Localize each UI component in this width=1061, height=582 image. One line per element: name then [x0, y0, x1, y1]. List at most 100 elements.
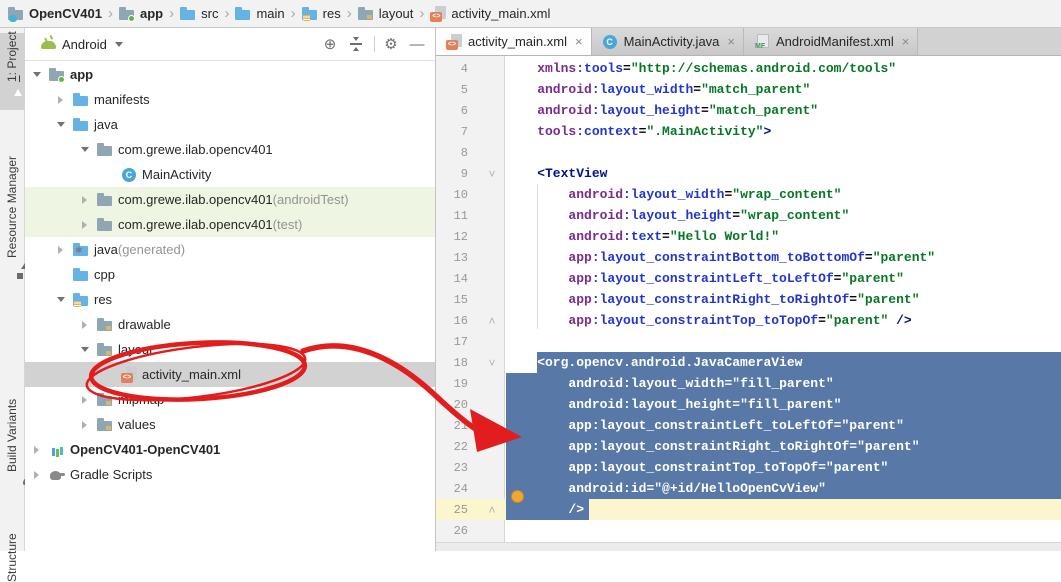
code-line-25[interactable]: 25˄ /> [436, 499, 1061, 520]
breadcrumb-label: res [323, 6, 341, 21]
gutter-line-20: 20 [436, 394, 506, 415]
close-icon[interactable]: × [575, 34, 583, 49]
tree-collapse-arrow[interactable] [30, 443, 43, 456]
fold-end-icon[interactable]: ˄ [484, 310, 500, 331]
tree-collapse-arrow[interactable] [78, 318, 91, 331]
code-line-19[interactable]: 19 android:layout_width="fill_parent" [436, 373, 1061, 394]
tool-button-1-project[interactable]: 1: Project [0, 36, 25, 82]
folder-blue-icon [73, 92, 89, 108]
close-icon[interactable]: × [902, 34, 910, 49]
intention-bulb-icon[interactable] [511, 490, 524, 503]
tree-row-cpp[interactable]: cpp [25, 262, 435, 287]
tree-collapse-arrow[interactable] [78, 393, 91, 406]
code-line-24[interactable]: 24 android:id="@+id/HelloOpenCvView" [436, 478, 1061, 499]
line-number: 11 [436, 209, 468, 223]
code-line-23[interactable]: 23 app:layout_constraintTop_toTopOf="par… [436, 457, 1061, 478]
tree-row-manifests[interactable]: manifests [25, 87, 435, 112]
tree-expand-arrow[interactable] [78, 343, 91, 356]
tree-collapse-arrow[interactable] [54, 93, 67, 106]
breadcrumb-item-layout[interactable]: layout [358, 6, 414, 22]
gear-icon[interactable]: ⚙ [381, 34, 401, 54]
tab-activity-main-xml[interactable]: activity_main.xml× [436, 28, 592, 55]
breadcrumb-item-opencv401[interactable]: OpenCV401 [8, 6, 102, 22]
code-line-4[interactable]: 4 xmlns:tools="http://schemas.android.co… [436, 58, 1061, 79]
tree-row-opencv401-opencv401[interactable]: OpenCV401-OpenCV401 [25, 437, 435, 462]
code-line-11[interactable]: 11 android:layout_height="wrap_content" [436, 205, 1061, 226]
fold-start-icon[interactable]: ˅ [484, 352, 500, 373]
tree-collapse-arrow[interactable] [54, 243, 67, 256]
close-icon[interactable]: × [727, 34, 735, 49]
tree-collapse-arrow[interactable] [30, 468, 43, 481]
tree-row-drawable[interactable]: drawable [25, 312, 435, 337]
tool-button-resource-manager[interactable]: Resource Manager [0, 124, 25, 258]
code-line-15[interactable]: 15 app:layout_constraintRight_toRightOf=… [436, 289, 1061, 310]
code-line-22[interactable]: 22 app:layout_constraintRight_toRightOf=… [436, 436, 1061, 457]
code-line-21[interactable]: 21 app:layout_constraintLeft_toLeftOf="p… [436, 415, 1061, 436]
tool-button-label: Resource Manager [0, 124, 25, 258]
tree-collapse-arrow[interactable] [78, 418, 91, 431]
tree-row-activity-main-xml[interactable]: activity_main.xml [25, 362, 435, 387]
collapse-all-button[interactable] [346, 34, 366, 54]
tree-expand-arrow[interactable] [54, 118, 67, 131]
gutter-line-12: 12 [436, 226, 506, 247]
tree-row-mipmap[interactable]: mipmap [25, 387, 435, 412]
breadcrumb-item-res[interactable]: res [302, 6, 341, 22]
project-view-selector[interactable]: Android [35, 37, 123, 52]
code-text: android:layout_height="fill_parent" [506, 394, 1061, 415]
tree-row-com-grewe-ilab-opencv401[interactable]: com.grewe.ilab.opencv401 (androidTest) [25, 187, 435, 212]
tree-row-label: app [70, 67, 93, 82]
locate-file-button[interactable]: ⊕ [320, 34, 340, 54]
code-line-20[interactable]: 20 android:layout_height="fill_parent" [436, 394, 1061, 415]
tool-button-build-variants[interactable]: Build Variants [0, 378, 25, 472]
line-number: 24 [436, 482, 468, 496]
tree-expand-arrow[interactable] [78, 143, 91, 156]
tool-button-structure[interactable]: Structure [0, 518, 25, 582]
tree-row-gradle-scripts[interactable]: Gradle Scripts [25, 462, 435, 487]
hide-panel-button[interactable]: — [407, 34, 427, 54]
tree-row-res[interactable]: res [25, 287, 435, 312]
tree-row-layout[interactable]: layout [25, 337, 435, 362]
tree-collapse-arrow[interactable] [78, 218, 91, 231]
tree-row-java[interactable]: java (generated) [25, 237, 435, 262]
breadcrumb-item-main[interactable]: main [235, 6, 284, 22]
code-text: android:layout_width="fill_parent" [506, 373, 1061, 394]
tree-row-com-grewe-ilab-opencv401[interactable]: com.grewe.ilab.opencv401 [25, 137, 435, 162]
tree-expand-arrow[interactable] [30, 68, 43, 81]
tree-expand-arrow[interactable] [54, 293, 67, 306]
code-line-8[interactable]: 8 [436, 142, 1061, 163]
code-line-13[interactable]: 13 app:layout_constraintBottom_toBottomO… [436, 247, 1061, 268]
code-editor[interactable]: 4 xmlns:tools="http://schemas.android.co… [436, 56, 1061, 551]
breadcrumb-item-app[interactable]: app [119, 6, 163, 22]
tree-collapse-arrow[interactable] [78, 193, 91, 206]
tree-row-com-grewe-ilab-opencv401[interactable]: com.grewe.ilab.opencv401 (test) [25, 212, 435, 237]
tree-row-label: mipmap [118, 392, 164, 407]
code-line-10[interactable]: 10 android:layout_width="wrap_content" [436, 184, 1061, 205]
code-line-12[interactable]: 12 android:text="Hello World!" [436, 226, 1061, 247]
tab-mainactivity-java[interactable]: MainActivity.java× [592, 28, 744, 55]
tree-row-label: Gradle Scripts [70, 467, 152, 482]
code-line-26[interactable]: 26 [436, 520, 1061, 541]
folder-blue-icon [73, 117, 89, 133]
code-line-9[interactable]: 9˅ <TextView [436, 163, 1061, 184]
breadcrumb-item-src[interactable]: src [180, 6, 218, 22]
tree-row-values[interactable]: values [25, 412, 435, 437]
code-line-14[interactable]: 14 app:layout_constraintLeft_toLeftOf="p… [436, 268, 1061, 289]
code-line-16[interactable]: 16˄ app:layout_constraintTop_toTopOf="pa… [436, 310, 1061, 331]
code-line-7[interactable]: 7 tools:context=".MainActivity"> [436, 121, 1061, 142]
tree-row-suffix: (androidTest) [273, 192, 349, 207]
fold-start-icon[interactable]: ˅ [484, 163, 500, 184]
gutter-line-26: 26 [436, 520, 506, 541]
line-number: 18 [436, 356, 468, 370]
code-line-18[interactable]: 18˅ <org.opencv.android.JavaCameraView [436, 352, 1061, 373]
code-line-5[interactable]: 5 android:layout_width="match_parent" [436, 79, 1061, 100]
fold-end-icon[interactable]: ˄ [484, 499, 500, 520]
tree-row-mainactivity[interactable]: MainActivity [25, 162, 435, 187]
breadcrumb-item-activity-main-xml[interactable]: activity_main.xml [430, 6, 550, 22]
view-selector-label: Android [62, 37, 107, 52]
tree-row-app[interactable]: app [25, 62, 435, 87]
tree-row-label: com.grewe.ilab.opencv401 [118, 192, 273, 207]
code-line-17[interactable]: 17 [436, 331, 1061, 352]
tab-androidmanifest-xml[interactable]: AndroidManifest.xml× [744, 28, 918, 55]
tree-row-java[interactable]: java [25, 112, 435, 137]
code-line-6[interactable]: 6 android:layout_height="match_parent" [436, 100, 1061, 121]
